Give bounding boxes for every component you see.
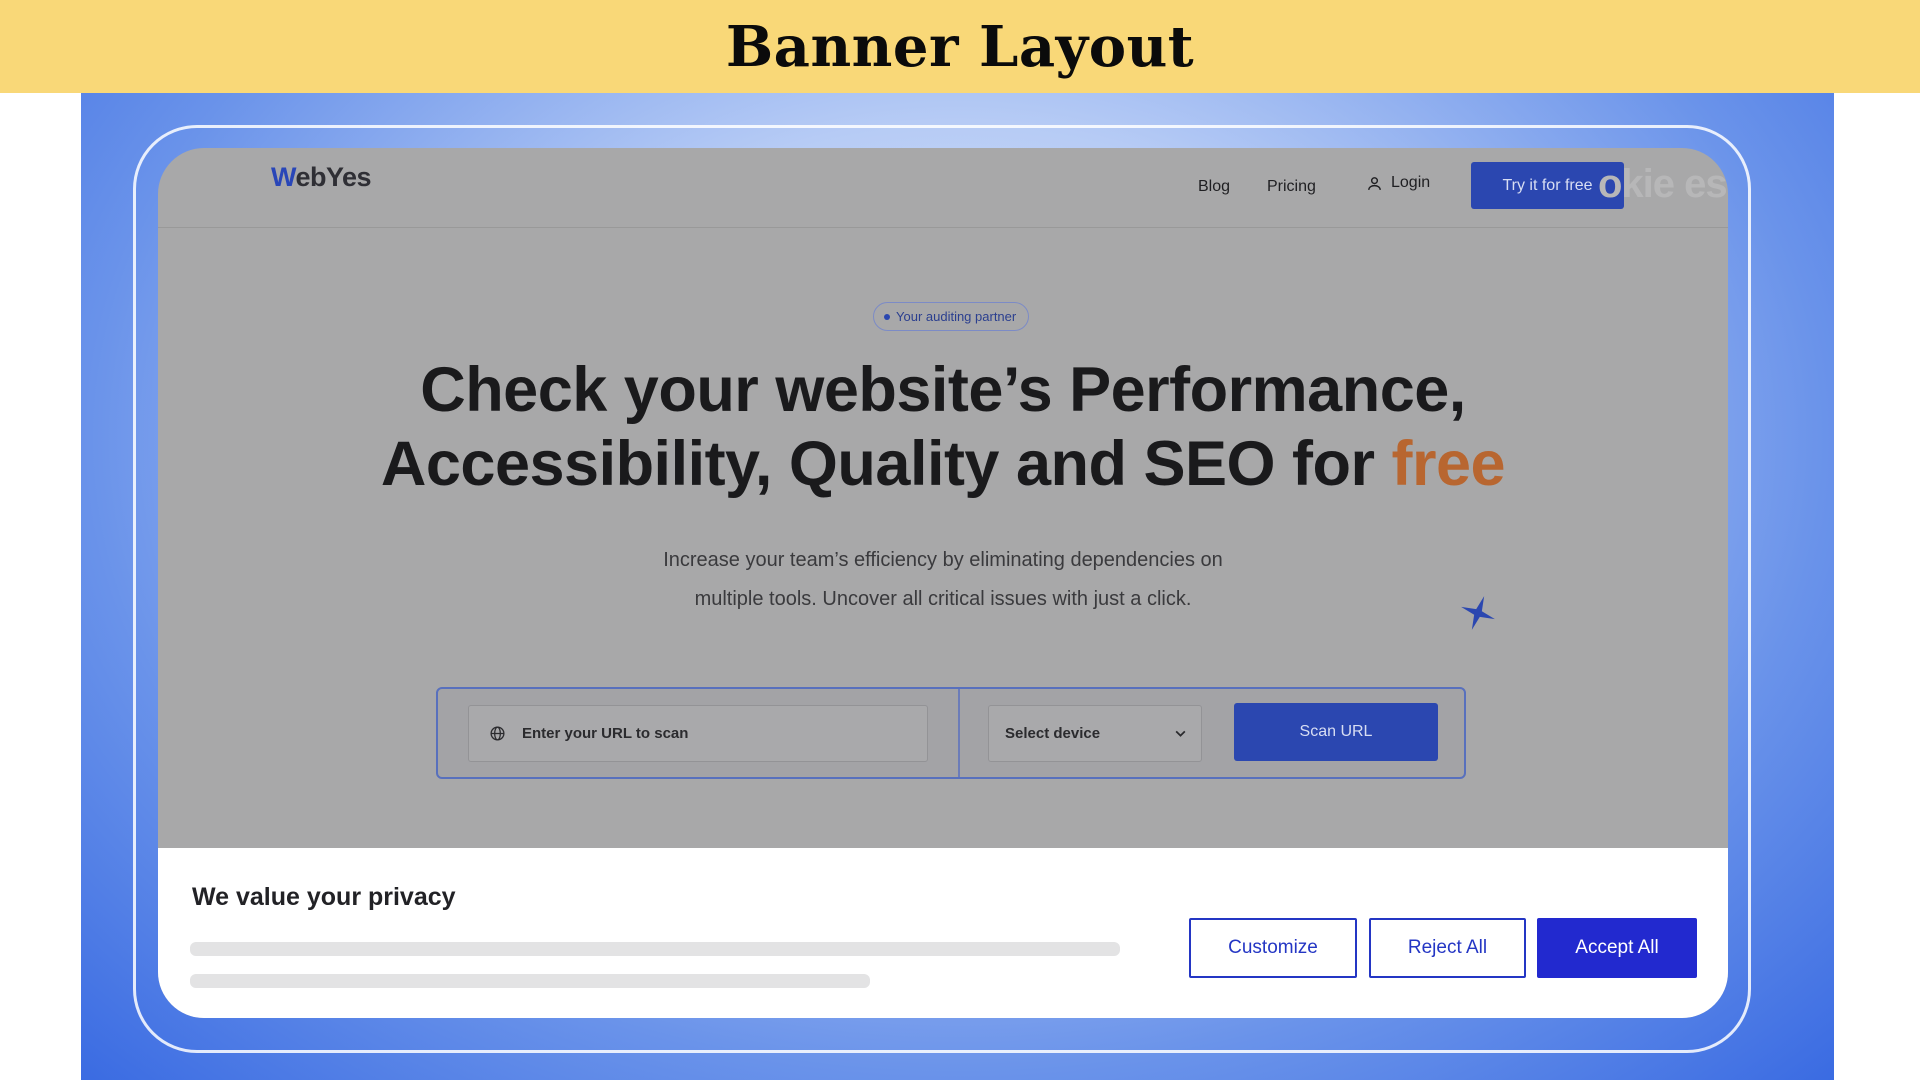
presentation-background: WebYes Blog Pricing Login Try it for fre… [81,93,1834,1080]
auditing-partner-pill: Your auditing partner [873,302,1030,331]
scan-form-divider [958,689,960,777]
banner-title: Banner Layout [725,13,1195,80]
chevron-down-icon [1175,730,1186,737]
login-label: Login [1391,174,1431,191]
nav-login-link[interactable]: Login [1366,174,1430,192]
website-screen: WebYes Blog Pricing Login Try it for fre… [158,148,1728,1018]
site-navbar: WebYes Blog Pricing Login Try it for fre… [158,148,1728,228]
scan-url-button[interactable]: Scan URL [1234,703,1438,761]
headline-line-2-main: Accessibility, Quality and SEO for [380,429,1392,499]
device-select-value: Select device [1005,725,1101,742]
url-input-placeholder: Enter your URL to scan [522,725,689,742]
logo-text: ebYes [295,162,372,192]
user-icon [1368,176,1381,190]
description-placeholder-line [190,974,870,988]
pill-label: Your auditing partner [896,309,1017,324]
headline-line-2: Accessibility, Quality and SEO for free [158,427,1728,501]
globe-icon [490,726,505,741]
accept-all-button[interactable]: Accept All [1537,918,1697,978]
device-select[interactable]: Select device [988,705,1202,762]
cookie-banner-title: We value your privacy [192,883,456,911]
logo-letter: W [271,162,296,192]
description-placeholder-line [190,942,1120,956]
ghost-brand-text: okie es [1598,162,1728,206]
sparkle-icon [1461,596,1495,630]
reject-all-button[interactable]: Reject All [1369,918,1526,978]
subtext-line-1: Increase your team’s efficiency by elimi… [663,549,1223,571]
cookie-consent-banner: We value your privacy Customize Reject A… [158,848,1728,1018]
top-title-banner: Banner Layout [0,0,1920,93]
nav-blog-link[interactable]: Blog [1198,178,1230,196]
customize-button[interactable]: Customize [1189,918,1357,978]
headline-accent-free: free [1391,429,1506,499]
nav-pricing-link[interactable]: Pricing [1267,178,1316,196]
hero-headline: Check your website’s Performance, Access… [158,353,1728,501]
url-input[interactable]: Enter your URL to scan [468,705,928,762]
pill-dot [884,314,890,320]
url-scan-form: Enter your URL to scan Select device Sca… [436,687,1466,779]
webyes-logo[interactable]: WebYes [271,162,372,193]
headline-line-1: Check your website’s Performance, [420,355,1466,425]
